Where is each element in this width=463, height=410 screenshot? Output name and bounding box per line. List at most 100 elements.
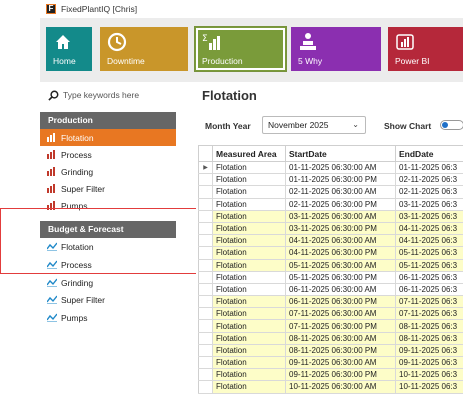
- table-row[interactable]: Flotation 06-11-2025 06:30:00 PM 07-11-202…: [198, 295, 463, 309]
- table-row[interactable]: Flotation 04-11-2025 06:30:00 PM 05-11-202…: [198, 246, 463, 260]
- table-cell[interactable]: 09-11-2025 06:30:00 AM: [285, 355, 396, 370]
- table-cell[interactable]: 07-11-2025 06:3: [395, 307, 463, 321]
- table-row[interactable]: Flotation 05-11-2025 06:30:00 AM 05-11-202…: [198, 258, 463, 272]
- table-row[interactable]: Flotation 09-11-2025 06:30:00 AM 09-11-202…: [198, 355, 463, 370]
- table-cell[interactable]: 04-11-2025 06:30:00 AM: [285, 234, 396, 248]
- table-cell[interactable]: 09-11-2025 06:3: [395, 343, 463, 358]
- column-header[interactable]: EndDate: [395, 145, 463, 162]
- table-row[interactable]: Flotation 10-11-2025 06:30:00 AM 10-11-202…: [198, 380, 463, 394]
- table-row[interactable]: Flotation 01-11-2025 06:30:00 PM 02-11-202…: [198, 173, 463, 187]
- table-cell[interactable]: Flotation: [212, 246, 286, 260]
- table-cell[interactable]: Flotation: [212, 160, 286, 175]
- table-cell[interactable]: 03-11-2025 06:3: [395, 209, 463, 223]
- table-cell[interactable]: Flotation: [212, 380, 286, 394]
- table-cell[interactable]: 01-11-2025 06:30:00 PM: [285, 173, 396, 187]
- table-cell[interactable]: 05-11-2025 06:3: [395, 246, 463, 260]
- table-cell[interactable]: 03-11-2025 06:30:00 PM: [285, 221, 396, 236]
- table-cell[interactable]: Flotation: [212, 258, 286, 272]
- table-cell[interactable]: 08-11-2025 06:30:00 AM: [285, 331, 396, 345]
- nav-item-production-super-filter[interactable]: Super Filter: [40, 180, 176, 197]
- table-cell[interactable]: Flotation: [212, 355, 286, 370]
- bar-chart-icon: [47, 184, 55, 193]
- table-cell[interactable]: 03-11-2025 06:3: [395, 197, 463, 211]
- row-indicator: [198, 173, 213, 187]
- table-cell[interactable]: 06-11-2025 06:3: [395, 270, 463, 284]
- show-chart-toggle[interactable]: [440, 120, 463, 130]
- table-cell[interactable]: Flotation: [212, 368, 286, 382]
- tile-5why[interactable]: 5 Why: [291, 27, 381, 71]
- table-cell[interactable]: 04-11-2025 06:3: [395, 234, 463, 248]
- tile-downtime[interactable]: Downtime: [100, 27, 188, 71]
- table-row[interactable]: Flotation 08-11-2025 06:30:00 PM 09-11-202…: [198, 343, 463, 358]
- column-header[interactable]: StartDate: [285, 145, 396, 162]
- table-cell[interactable]: 08-11-2025 06:3: [395, 319, 463, 333]
- table-cell[interactable]: 03-11-2025 06:30:00 AM: [285, 209, 396, 223]
- table-cell[interactable]: 10-11-2025 06:3: [395, 368, 463, 382]
- nav-item-budget-super-filter[interactable]: Super Filter: [40, 291, 176, 308]
- table-cell[interactable]: Flotation: [212, 295, 286, 309]
- table-cell[interactable]: Flotation: [212, 221, 286, 236]
- nav-item-budget-pumps[interactable]: Pumps: [40, 309, 176, 326]
- table-cell[interactable]: 02-11-2025 06:3: [395, 173, 463, 187]
- table-cell[interactable]: 09-11-2025 06:3: [395, 355, 463, 370]
- table-cell[interactable]: Flotation: [212, 209, 286, 223]
- nav-item-production-process[interactable]: Process: [40, 146, 176, 163]
- table-cell[interactable]: 09-11-2025 06:30:00 PM: [285, 368, 396, 382]
- table-cell[interactable]: 04-11-2025 06:3: [395, 221, 463, 236]
- table-cell[interactable]: 05-11-2025 06:30:00 AM: [285, 258, 396, 272]
- table-row[interactable]: Flotation 08-11-2025 06:30:00 AM 08-11-202…: [198, 331, 463, 345]
- month-year-dropdown[interactable]: November 2025 ⌄: [262, 116, 366, 134]
- presenter-icon: [300, 33, 316, 50]
- table-cell[interactable]: Flotation: [212, 282, 286, 297]
- table-row[interactable]: Flotation 07-11-2025 06:30:00 AM 07-11-202…: [198, 307, 463, 321]
- table-cell[interactable]: Flotation: [212, 270, 286, 284]
- table-row[interactable]: ▶ Flotation 01-11-2025 06:30:00 AM 01-11-20…: [198, 160, 463, 175]
- table-cell[interactable]: 02-11-2025 06:3: [395, 185, 463, 199]
- table-cell[interactable]: 02-11-2025 06:30:00 PM: [285, 197, 396, 211]
- table-row[interactable]: Flotation 05-11-2025 06:30:00 PM 06-11-202…: [198, 270, 463, 284]
- table-cell[interactable]: 05-11-2025 06:3: [395, 258, 463, 272]
- table-cell[interactable]: Flotation: [212, 197, 286, 211]
- table-cell[interactable]: Flotation: [212, 173, 286, 187]
- table-cell[interactable]: Flotation: [212, 319, 286, 333]
- table-cell[interactable]: 06-11-2025 06:3: [395, 282, 463, 297]
- table-row[interactable]: Flotation 03-11-2025 06:30:00 AM 03-11-202…: [198, 209, 463, 223]
- table-cell[interactable]: 10-11-2025 06:3: [395, 380, 463, 394]
- table-row[interactable]: Flotation 04-11-2025 06:30:00 AM 04-11-202…: [198, 234, 463, 248]
- tile-production[interactable]: Σ Production: [195, 27, 286, 71]
- table-cell[interactable]: 07-11-2025 06:30:00 AM: [285, 307, 396, 321]
- tile-home[interactable]: Home: [46, 27, 92, 71]
- table-cell[interactable]: Flotation: [212, 343, 286, 358]
- table-cell[interactable]: 01-11-2025 06:3: [395, 160, 463, 175]
- table-cell[interactable]: 04-11-2025 06:30:00 PM: [285, 246, 396, 260]
- table-cell[interactable]: 07-11-2025 06:30:00 PM: [285, 319, 396, 333]
- line-chart-icon: [47, 313, 57, 322]
- table-row[interactable]: Flotation 02-11-2025 06:30:00 PM 03-11-202…: [198, 197, 463, 211]
- tile-powerbi[interactable]: Power BI: [388, 27, 463, 71]
- search-box[interactable]: Type keywords here: [48, 88, 139, 102]
- table-row[interactable]: Flotation 02-11-2025 06:30:00 AM 02-11-202…: [198, 185, 463, 199]
- table-row[interactable]: Flotation 06-11-2025 06:30:00 AM 06-11-202…: [198, 282, 463, 297]
- table-row[interactable]: Flotation 07-11-2025 06:30:00 PM 08-11-202…: [198, 319, 463, 333]
- nav-item-production-flotation[interactable]: Flotation: [40, 129, 176, 146]
- table-cell[interactable]: Flotation: [212, 234, 286, 248]
- search-input[interactable]: Type keywords here: [63, 90, 139, 100]
- table-cell[interactable]: Flotation: [212, 307, 286, 321]
- table-cell[interactable]: 06-11-2025 06:30:00 AM: [285, 282, 396, 297]
- table-cell[interactable]: 08-11-2025 06:30:00 PM: [285, 343, 396, 358]
- table-cell[interactable]: 02-11-2025 06:30:00 AM: [285, 185, 396, 199]
- nav-item-production-grinding[interactable]: Grinding: [40, 163, 176, 180]
- nav-item-budget-grinding[interactable]: Grinding: [40, 274, 176, 291]
- ribbon: Home Downtime Σ Production 5 Why Power B…: [40, 18, 463, 82]
- table-cell[interactable]: 07-11-2025 06:3: [395, 295, 463, 309]
- table-cell[interactable]: 06-11-2025 06:30:00 PM: [285, 295, 396, 309]
- table-cell[interactable]: 01-11-2025 06:30:00 AM: [285, 160, 396, 175]
- table-cell[interactable]: 05-11-2025 06:30:00 PM: [285, 270, 396, 284]
- table-row[interactable]: Flotation 03-11-2025 06:30:00 PM 04-11-202…: [198, 221, 463, 236]
- table-cell[interactable]: 08-11-2025 06:3: [395, 331, 463, 345]
- column-header[interactable]: Measured Area: [212, 145, 286, 162]
- table-row[interactable]: Flotation 09-11-2025 06:30:00 PM 10-11-202…: [198, 368, 463, 382]
- table-cell[interactable]: Flotation: [212, 185, 286, 199]
- table-cell[interactable]: Flotation: [212, 331, 286, 345]
- table-cell[interactable]: 10-11-2025 06:30:00 AM: [285, 380, 396, 394]
